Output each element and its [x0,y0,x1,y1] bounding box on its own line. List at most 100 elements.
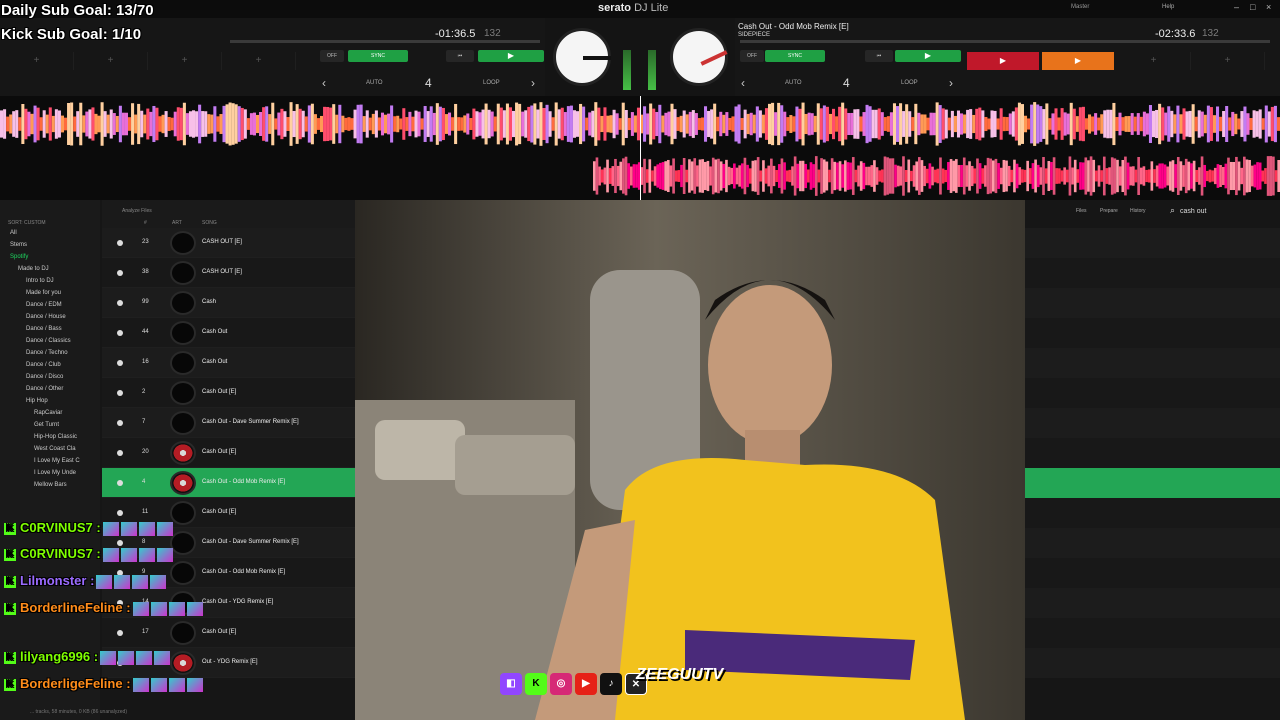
tab-files[interactable]: Files [1076,208,1087,214]
deck-right-overview[interactable] [740,40,1270,43]
sidebar-item[interactable]: Mellow Bars [34,482,67,488]
loop-right-next-icon[interactable]: › [949,76,953,90]
deck-right-play-button[interactable]: ▶ [895,50,961,62]
loop-right-prev-icon[interactable]: ‹ [741,76,745,90]
chat-message: Klilyang6996 : [4,649,171,665]
sidebar-item[interactable]: I Love My East C [34,458,80,464]
tab-prepare[interactable]: Prepare [1100,208,1118,214]
pad[interactable]: + [1117,52,1191,70]
emote-icon [186,601,203,616]
col-number[interactable]: # [144,220,147,226]
track-row-right[interactable] [1025,618,1280,648]
deck-left-platter[interactable] [553,28,611,86]
sidebar-item[interactable]: RapCaviar [34,410,62,416]
track-row-right[interactable] [1025,408,1280,438]
pad[interactable]: + [148,52,222,70]
deck-right-artist: SIDEPIECE [738,32,771,38]
hot-cue-1[interactable]: ▶ [967,52,1039,70]
col-song[interactable]: SONG [202,220,217,226]
tiktok-icon: ♪ [600,673,622,695]
deck-right-platter[interactable] [670,28,728,86]
col-art[interactable]: ART [172,220,182,226]
track-row[interactable]: 2 Cash Out [E] [102,378,356,408]
track-title: Cash Out [E] [202,509,237,515]
track-row[interactable]: 20 Cash Out [E] [102,438,356,468]
track-row[interactable]: 17 Cash Out [E] [102,618,356,648]
track-row-right[interactable] [1025,648,1280,678]
track-row-right[interactable] [1025,228,1280,258]
hot-cue-2[interactable]: ▶ [1042,52,1114,70]
sidebar-item[interactable]: Dance / House [26,314,66,320]
deck-right-sync-button[interactable]: SYNC [765,50,825,62]
maximize-icon[interactable]: □ [1250,2,1255,12]
waveform-area[interactable] [0,96,1280,200]
track-row-right[interactable] [1025,288,1280,318]
sidebar-item[interactable]: Hip-Hop Classic [34,434,77,440]
sidebar-item[interactable]: Made to DJ [18,266,49,272]
close-icon[interactable]: × [1266,2,1271,12]
track-row-right[interactable] [1025,438,1280,468]
analyze-files-button[interactable]: Analyze Files [122,208,152,214]
sidebar-item[interactable]: Get Turnt [34,422,59,428]
deck-left-sync-button[interactable]: SYNC [348,50,408,62]
sidebar-item[interactable]: Stems [10,242,27,248]
loop-left-next-icon[interactable]: › [531,76,535,90]
track-row[interactable]: 44 Cash Out [102,318,356,348]
sidebar-item[interactable]: Dance / Club [26,362,61,368]
deck-left-overview[interactable] [230,40,540,43]
library-footer: ... tracks, 58 minutes, 0 KB (86 unanaly… [30,709,127,715]
track-row-right[interactable] [1025,498,1280,528]
track-row-right[interactable] [1025,258,1280,288]
track-row[interactable]: 16 Cash Out [102,348,356,378]
deck-right-cue-button[interactable]: ⏮ [865,50,893,62]
deck-left-time: -01:36.5 [435,28,476,40]
track-row-right[interactable] [1025,528,1280,558]
pad[interactable]: + [1191,52,1265,70]
sidebar-item[interactable]: Dance / Classics [26,338,71,344]
track-number: 7 [142,419,146,425]
screen: serato DJ Lite Master Help – □ × -01:36.… [0,0,1280,720]
sidebar-item[interactable]: Intro to DJ [26,278,54,284]
sidebar-item[interactable]: Dance / Disco [26,374,63,380]
track-row-right[interactable] [1025,378,1280,408]
deck-left-auto[interactable]: AUTO [366,80,383,96]
deck-left-off[interactable]: OFF [320,50,344,62]
pad[interactable]: + [74,52,148,70]
sidebar-item[interactable]: Dance / Other [26,386,63,392]
track-row[interactable]: 7 Cash Out - Dave Summer Remix [E] [102,408,356,438]
track-row[interactable]: 38 CASH OUT [E] [102,258,356,288]
deck-right-off[interactable]: OFF [740,50,764,62]
sidebar-item[interactable]: Dance / EDM [26,302,62,308]
sidebar-item[interactable]: Dance / Bass [26,326,62,332]
sort-label[interactable]: SORT: CUSTOM [8,220,46,226]
help-menu[interactable]: Help [1162,4,1174,10]
track-row-right[interactable] [1025,588,1280,618]
chat-message: K BorderlineFeline : [4,600,203,616]
deck-left-loop[interactable]: LOOP [483,80,500,96]
tab-history[interactable]: History [1130,208,1146,214]
track-row-right[interactable] [1025,318,1280,348]
minimize-icon[interactable]: – [1234,2,1239,12]
pad[interactable]: + [222,52,296,70]
sidebar-item[interactable]: Hip Hop [26,398,48,404]
track-row-right[interactable] [1025,468,1280,498]
sidebar-item[interactable]: Made for you [26,290,61,296]
loop-left-prev-icon[interactable]: ‹ [322,76,326,90]
track-list: Analyze Files # ART SONG 23 CASH OUT [E] 3… [102,200,356,720]
track-row[interactable]: 23 CASH OUT [E] [102,228,356,258]
sidebar-item[interactable]: All [10,230,17,236]
sidebar-item[interactable]: West Coast Cla [34,446,76,452]
pad[interactable]: + [0,52,74,70]
sidebar-item[interactable]: I Love My Unde [34,470,76,476]
sidebar-item[interactable]: Spotify [10,254,28,260]
deck-left-play-button[interactable]: ▶ [478,50,544,62]
track-row-right[interactable] [1025,558,1280,588]
deck-left-cue-button[interactable]: ⏮ [446,50,474,62]
track-row-right[interactable] [1025,348,1280,378]
deck-right-auto[interactable]: AUTO [785,80,802,96]
deck-right-loop[interactable]: LOOP [901,80,918,96]
track-row[interactable]: 99 Cash [102,288,356,318]
track-row[interactable]: 4 Cash Out - Odd Mob Remix [E] [102,468,356,498]
sidebar-item[interactable]: Dance / Techno [26,350,68,356]
search-input[interactable] [1180,205,1270,217]
